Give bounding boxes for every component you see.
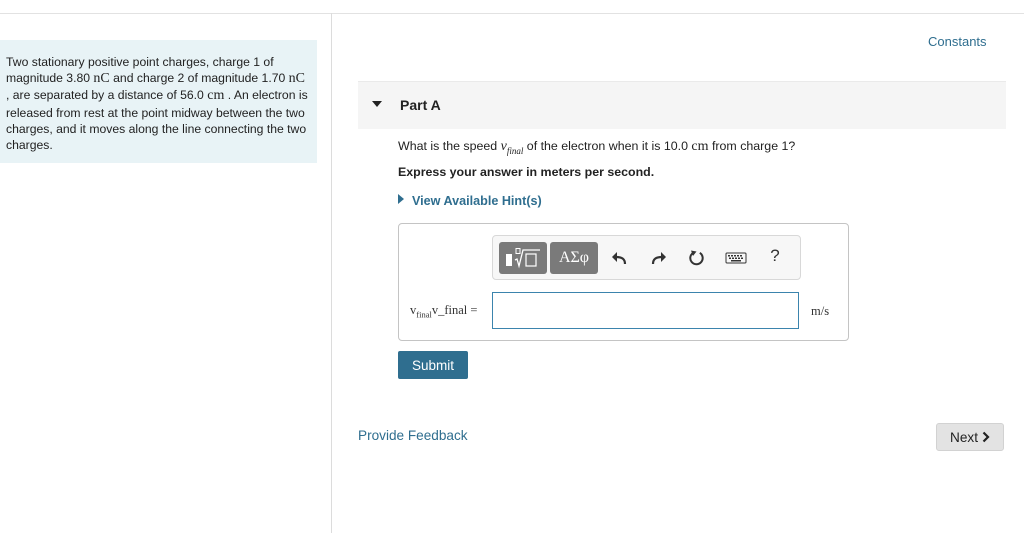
- reset-button[interactable]: [685, 248, 709, 268]
- view-hints-link[interactable]: View Available Hint(s): [398, 194, 542, 208]
- question-middle: of the electron when it is 10.0: [523, 139, 692, 153]
- next-button[interactable]: Next: [936, 423, 1004, 451]
- keyboard-button[interactable]: [724, 248, 748, 268]
- question-text: What is the speed vfinal of the electron…: [398, 139, 795, 156]
- question-var-sub: final: [506, 145, 524, 156]
- collapse-caret-icon[interactable]: [372, 101, 382, 107]
- problem-unit-1: nC: [93, 71, 110, 87]
- math-toolbar: ΑΣφ ?: [492, 235, 801, 280]
- view-hints-label: View Available Hint(s): [412, 194, 542, 208]
- answer-label-sub: final: [416, 309, 432, 320]
- help-icon: ?: [770, 246, 780, 265]
- greek-letters-icon: ΑΣφ: [558, 249, 590, 266]
- redo-icon: [651, 252, 666, 265]
- answer-unit: m/s: [811, 304, 830, 318]
- redo-button[interactable]: [646, 248, 670, 268]
- answer-label-equals: =: [467, 303, 478, 317]
- provide-feedback-link[interactable]: Provide Feedback: [358, 428, 468, 443]
- chevron-right-icon: [982, 431, 990, 443]
- answer-label: vfinalv_final =: [410, 303, 477, 320]
- question-after: from charge 1?: [708, 139, 796, 153]
- problem-statement: Two stationary positive point charges, c…: [0, 40, 317, 163]
- answer-panel: ΑΣφ ? vfinalv_final = m/s: [398, 223, 849, 341]
- top-rule: [0, 13, 1024, 14]
- next-label: Next: [950, 429, 978, 445]
- help-button[interactable]: ?: [763, 246, 787, 266]
- question-unit: cm: [691, 139, 709, 154]
- greek-letters-button[interactable]: ΑΣφ: [550, 242, 598, 274]
- keyboard-icon: [725, 252, 747, 264]
- template-button[interactable]: [499, 242, 547, 274]
- submit-button[interactable]: Submit: [398, 351, 468, 379]
- question-variable: vfinal: [501, 139, 524, 156]
- column-divider: [331, 13, 332, 533]
- part-title: Part A: [400, 97, 441, 113]
- problem-text-2: and charge 2 of magnitude 1.70: [109, 71, 289, 86]
- problem-unit-2: nC: [288, 71, 305, 87]
- reset-icon: [689, 250, 704, 266]
- undo-button[interactable]: [608, 248, 632, 268]
- answer-input[interactable]: [492, 292, 799, 329]
- answer-label-raw: v_final: [431, 303, 468, 317]
- undo-icon: [612, 252, 627, 265]
- part-a-header[interactable]: Part A: [358, 81, 1006, 129]
- template-icon: [506, 248, 540, 269]
- expand-caret-icon: [398, 194, 404, 204]
- question-before: What is the speed: [398, 139, 501, 153]
- problem-text-3: , are separated by a distance of 56.0: [6, 88, 208, 103]
- answer-instruction: Express your answer in meters per second…: [398, 165, 655, 179]
- constants-link[interactable]: Constants: [928, 34, 987, 49]
- problem-unit-3: cm: [207, 88, 225, 104]
